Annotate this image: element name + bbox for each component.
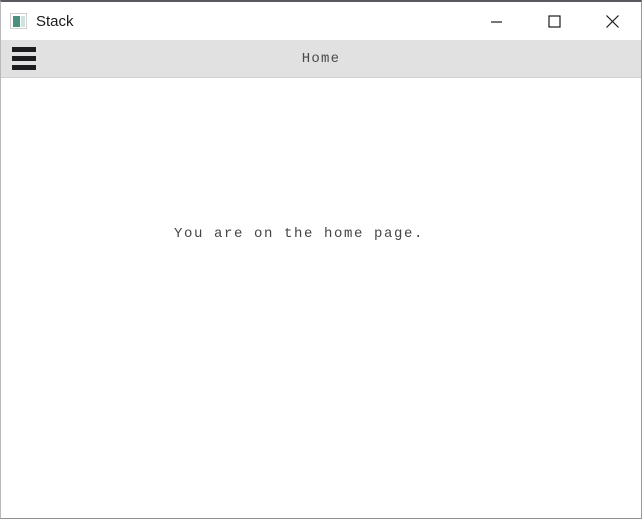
app-toolbar: Home: [1, 40, 641, 78]
maximize-button[interactable]: [525, 2, 583, 40]
home-page-message: You are on the home page.: [173, 226, 425, 242]
window-controls: [467, 2, 641, 40]
maximize-icon: [547, 14, 561, 28]
minimize-icon: [490, 15, 503, 28]
minimize-button[interactable]: [467, 2, 525, 40]
hamburger-bar-middle: [12, 56, 36, 61]
hamburger-menu-icon[interactable]: [9, 40, 39, 77]
page-title: Home: [301, 50, 341, 67]
hamburger-bar-bottom: [12, 65, 36, 70]
content-area: You are on the home page.: [1, 78, 641, 518]
close-button[interactable]: [583, 2, 641, 40]
window-title: Stack: [36, 12, 74, 30]
hamburger-bar-top: [12, 47, 36, 52]
title-bar-left-group: Stack: [1, 13, 74, 29]
app-icon: [10, 13, 27, 29]
app-window: Stack Home You are on the home page.: [0, 0, 642, 519]
close-icon: [605, 14, 620, 29]
title-bar[interactable]: Stack: [1, 2, 641, 40]
